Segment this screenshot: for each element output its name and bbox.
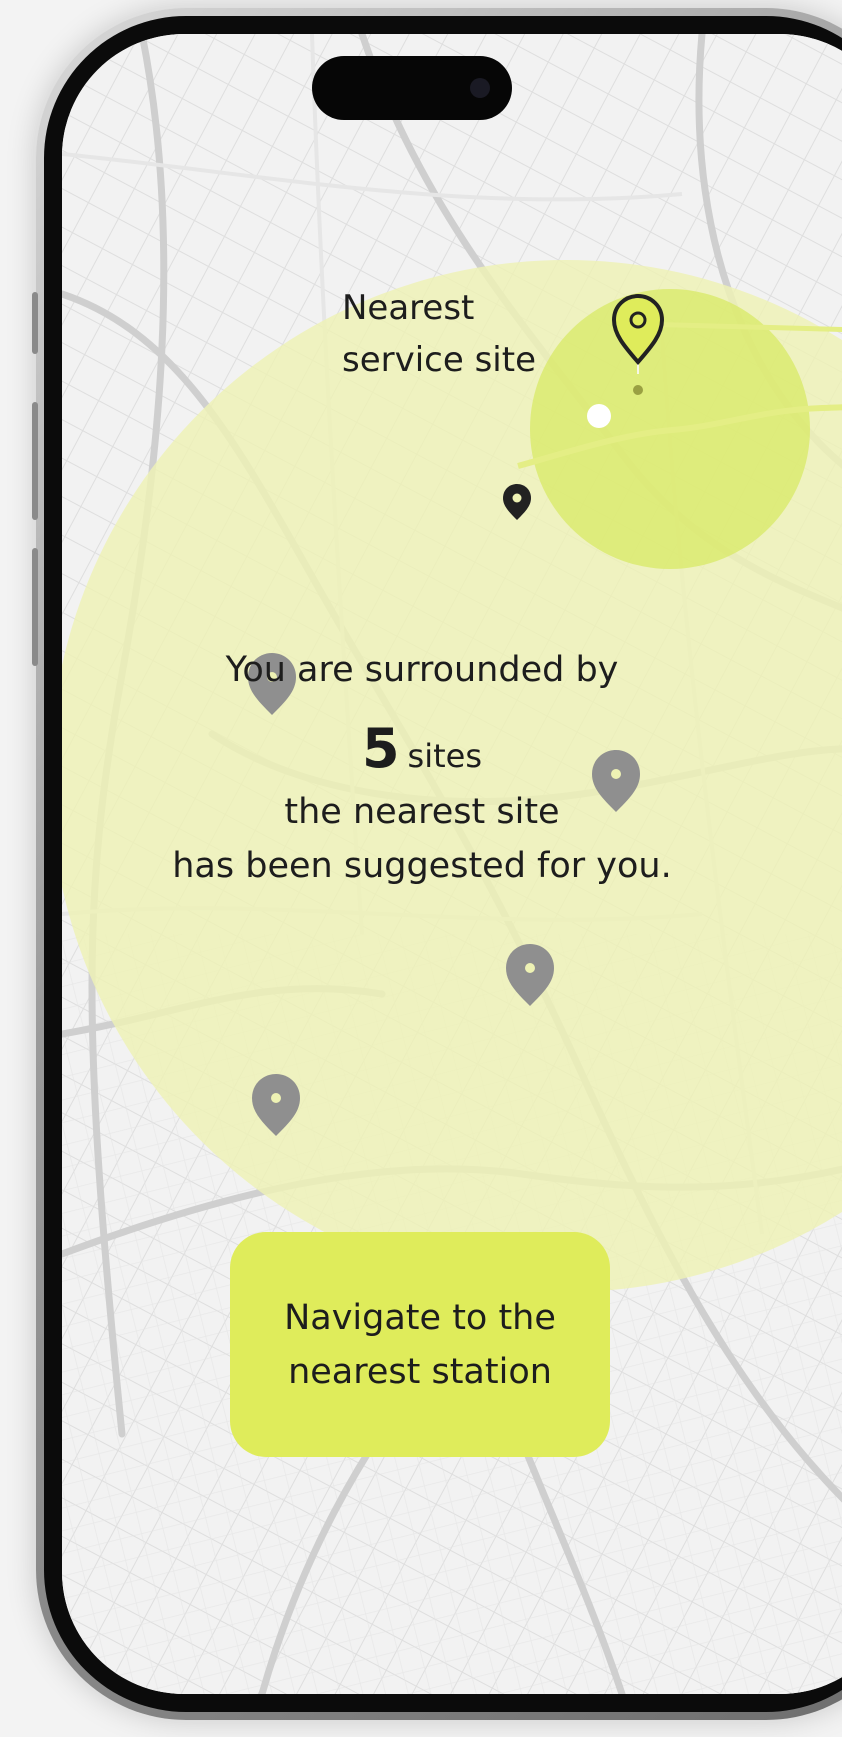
site-count-row: 5 sites	[122, 714, 722, 797]
volume-down-button	[32, 548, 38, 666]
device-mockup: Nearest service site You are surrounded …	[0, 0, 842, 1737]
nearest-label-line2: service site	[342, 340, 537, 380]
site-count: 5	[361, 717, 400, 780]
navigate-button-line1: Navigate to the	[284, 1297, 556, 1338]
suggested-text: has been suggested for you.	[172, 846, 672, 886]
mute-switch	[32, 292, 38, 354]
app-screen: Nearest service site You are surrounded …	[62, 34, 842, 1694]
current-location-dot-icon	[587, 404, 611, 428]
navigate-button[interactable]: Navigate to the nearest station	[230, 1232, 610, 1457]
nearest-label-line1: Nearest	[342, 288, 475, 328]
dynamic-island	[312, 56, 512, 120]
surround-text: You are surrounded by	[225, 650, 619, 690]
nearest-site-label: Nearest service site	[342, 282, 592, 386]
navigate-button-line2: nearest station	[288, 1351, 552, 1392]
front-camera-icon	[470, 78, 490, 98]
volume-up-button	[32, 402, 38, 520]
nearest-site-text: the nearest site	[284, 792, 560, 832]
site-count-unit: sites	[407, 737, 483, 775]
